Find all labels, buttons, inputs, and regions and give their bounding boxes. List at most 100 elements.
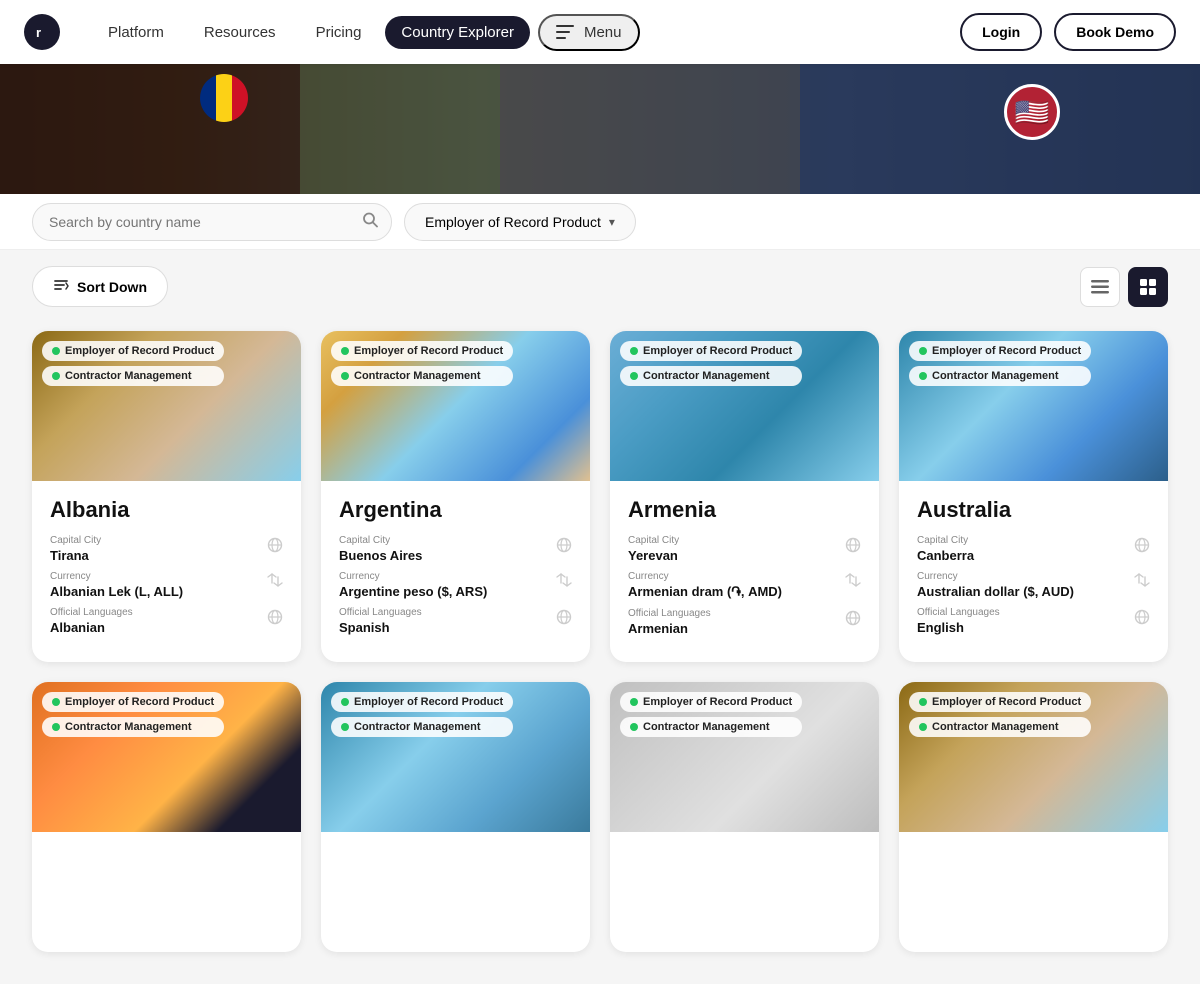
capital-value: Canberra	[917, 548, 1134, 563]
product-badge: Employer of Record Product	[909, 341, 1091, 361]
sort-label: Sort Down	[77, 279, 147, 295]
currency-label: Currency	[628, 571, 845, 582]
currency-label: Currency	[917, 571, 1134, 582]
globe-lang-icon	[1134, 609, 1150, 628]
capital-value: Tirana	[50, 548, 267, 563]
globe-lang-icon	[267, 609, 283, 628]
language-value: Spanish	[339, 620, 556, 635]
currency-row: Currency Argentine peso ($, ARS)	[339, 571, 572, 599]
card-badges: Employer of Record Product Contractor Ma…	[331, 692, 513, 737]
nav-resources[interactable]: Resources	[188, 16, 292, 49]
grid-view-button[interactable]	[1128, 267, 1168, 307]
country-card[interactable]: Employer of Record Product Contractor Ma…	[32, 331, 301, 662]
product-badge: Employer of Record Product	[331, 341, 513, 361]
currency-info: Currency Argentine peso ($, ARS)	[339, 571, 556, 599]
badge-dot	[341, 347, 349, 355]
currency-info: Currency Albanian Lek (L, ALL)	[50, 571, 267, 599]
country-card[interactable]: Employer of Record Product Contractor Ma…	[610, 331, 879, 662]
card-badges: Employer of Record Product Contractor Ma…	[331, 341, 513, 386]
product-filter-dropdown[interactable]: Employer of Record Product ▾	[404, 203, 636, 241]
product-badge: Contractor Management	[42, 717, 224, 737]
capital-info: Capital City Tirana	[50, 535, 267, 563]
capital-label: Capital City	[339, 535, 556, 546]
product-badge: Contractor Management	[620, 717, 802, 737]
language-value: Albanian	[50, 620, 267, 635]
card-body: Argentina Capital City Buenos Aires Curr…	[321, 481, 590, 661]
language-row: Official Languages Armenian	[628, 608, 861, 636]
language-value: Armenian	[628, 621, 845, 636]
country-card[interactable]: Employer of Record Product Contractor Ma…	[32, 682, 301, 952]
product-badge: Contractor Management	[42, 366, 224, 386]
badge-dot	[630, 698, 638, 706]
currency-value: Armenian dram (֏, AMD)	[628, 584, 845, 600]
card-body	[32, 832, 301, 952]
toolbar: Sort Down	[0, 250, 1200, 323]
card-image: Employer of Record Product Contractor Ma…	[610, 682, 879, 832]
nav-platform[interactable]: Platform	[92, 16, 180, 49]
country-card[interactable]: Employer of Record Product Contractor Ma…	[321, 331, 590, 662]
language-row: Official Languages Spanish	[339, 607, 572, 635]
us-flag: 🇺🇸	[1004, 84, 1060, 140]
nav-pricing[interactable]: Pricing	[300, 16, 378, 49]
card-badges: Employer of Record Product Contractor Ma…	[909, 341, 1091, 386]
exchange-icon	[1134, 573, 1150, 590]
country-card[interactable]: Employer of Record Product Contractor Ma…	[321, 682, 590, 952]
badge-dot	[919, 347, 927, 355]
list-view-button[interactable]	[1080, 267, 1120, 307]
currency-value: Australian dollar ($, AUD)	[917, 584, 1134, 599]
product-badge: Contractor Management	[331, 717, 513, 737]
currency-info: Currency Armenian dram (֏, AMD)	[628, 571, 845, 600]
card-badges: Employer of Record Product Contractor Ma…	[620, 692, 802, 737]
language-label: Official Languages	[628, 608, 845, 619]
language-label: Official Languages	[50, 607, 267, 618]
product-badge: Employer of Record Product	[42, 341, 224, 361]
capital-info: Capital City Yerevan	[628, 535, 845, 563]
nav-country-explorer[interactable]: Country Explorer	[385, 16, 530, 49]
country-card[interactable]: Employer of Record Product Contractor Ma…	[610, 682, 879, 952]
language-info: Official Languages Armenian	[628, 608, 845, 636]
badge-dot	[52, 723, 60, 731]
badge-dot	[52, 347, 60, 355]
product-badge: Employer of Record Product	[42, 692, 224, 712]
language-value: English	[917, 620, 1134, 635]
badge-dot	[341, 372, 349, 380]
country-card[interactable]: Employer of Record Product Contractor Ma…	[899, 331, 1168, 662]
card-body	[899, 832, 1168, 952]
login-button[interactable]: Login	[960, 13, 1042, 51]
badge-dot	[52, 698, 60, 706]
capital-value: Buenos Aires	[339, 548, 556, 563]
capital-info: Capital City Buenos Aires	[339, 535, 556, 563]
language-info: Official Languages Albanian	[50, 607, 267, 635]
product-badge: Employer of Record Product	[620, 341, 802, 361]
capital-row: Capital City Canberra	[917, 535, 1150, 563]
globe-icon	[845, 537, 861, 556]
product-badge: Employer of Record Product	[331, 692, 513, 712]
currency-value: Albanian Lek (L, ALL)	[50, 584, 267, 599]
language-row: Official Languages English	[917, 607, 1150, 635]
currency-info: Currency Australian dollar ($, AUD)	[917, 571, 1134, 599]
language-label: Official Languages	[339, 607, 556, 618]
card-badges: Employer of Record Product Contractor Ma…	[620, 341, 802, 386]
badge-dot	[630, 347, 638, 355]
logo-icon: r	[24, 14, 60, 50]
card-image: Employer of Record Product Contractor Ma…	[321, 682, 590, 832]
product-badge: Contractor Management	[331, 366, 513, 386]
logo[interactable]: r	[24, 14, 60, 50]
nav-links: Platform Resources Pricing Country Explo…	[92, 14, 960, 51]
language-row: Official Languages Albanian	[50, 607, 283, 635]
sort-button[interactable]: Sort Down	[32, 266, 168, 307]
capital-label: Capital City	[50, 535, 267, 546]
currency-row: Currency Australian dollar ($, AUD)	[917, 571, 1150, 599]
dropdown-label: Employer of Record Product	[425, 214, 601, 230]
product-badge: Employer of Record Product	[909, 692, 1091, 712]
romania-flag	[200, 74, 248, 122]
nav-menu[interactable]: Menu	[538, 14, 640, 51]
country-card[interactable]: Employer of Record Product Contractor Ma…	[899, 682, 1168, 952]
book-demo-button[interactable]: Book Demo	[1054, 13, 1176, 51]
search-input[interactable]	[32, 203, 392, 241]
globe-lang-icon	[556, 609, 572, 628]
currency-value: Argentine peso ($, ARS)	[339, 584, 556, 599]
capital-label: Capital City	[628, 535, 845, 546]
card-body: Armenia Capital City Yerevan Currency Ar…	[610, 481, 879, 662]
country-name: Albania	[50, 497, 283, 523]
